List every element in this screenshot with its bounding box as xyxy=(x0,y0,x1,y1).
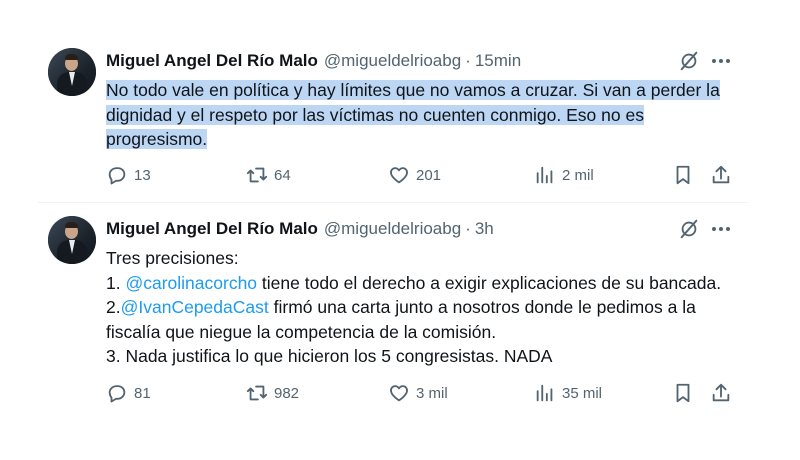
mention-link[interactable]: @carolinacorcho xyxy=(125,273,257,293)
more-icon[interactable] xyxy=(708,50,734,72)
views-button[interactable]: 35 mil xyxy=(534,381,602,405)
like-button[interactable]: 201 xyxy=(388,163,441,187)
like-icon xyxy=(390,167,408,184)
separator: · xyxy=(465,51,471,70)
action-bar: 13 64 201 2 mil xyxy=(106,163,746,187)
avatar[interactable] xyxy=(48,216,96,264)
tweet[interactable]: Miguel Angel Del Río Malo @migueldelrioa… xyxy=(0,38,800,198)
like-count: 201 xyxy=(416,166,442,184)
more-icon[interactable] xyxy=(708,218,734,240)
bookmark-button[interactable] xyxy=(672,163,694,187)
reply-button[interactable]: 13 xyxy=(106,163,151,187)
action-bar: 81 982 3 mil 35 mil xyxy=(106,381,746,405)
divider xyxy=(38,202,748,203)
bookmark-icon xyxy=(676,383,690,403)
text-line: 3. Nada justifica lo que hicieron los 5 … xyxy=(106,346,553,366)
retweet-count: 64 xyxy=(274,166,291,184)
reply-icon xyxy=(108,167,126,185)
like-count: 3 mil xyxy=(416,384,448,402)
retweet-button[interactable]: 64 xyxy=(246,163,291,187)
author-name[interactable]: Miguel Angel Del Río Malo xyxy=(106,219,318,239)
tweet-header: Miguel Angel Del Río Malo @migueldelrioa… xyxy=(106,218,494,240)
bookmark-button[interactable] xyxy=(672,381,694,405)
retweet-icon xyxy=(246,385,268,401)
tweet[interactable]: Miguel Angel Del Río Malo @migueldelrioa… xyxy=(0,206,800,416)
reply-button[interactable]: 81 xyxy=(106,381,151,405)
views-count: 35 mil xyxy=(562,384,603,402)
avatar[interactable] xyxy=(48,48,96,96)
timestamp[interactable]: 15min xyxy=(475,51,521,71)
author-name[interactable]: Miguel Angel Del Río Malo xyxy=(106,51,318,71)
share-button[interactable] xyxy=(710,381,732,405)
author-handle[interactable]: @migueldelrioabg xyxy=(324,51,461,71)
share-button[interactable] xyxy=(710,163,732,187)
share-icon xyxy=(712,165,730,184)
reply-count: 81 xyxy=(134,384,151,402)
views-button[interactable]: 2 mil xyxy=(534,163,594,187)
text-line: Tres precisiones: xyxy=(106,248,239,268)
tweet-text: No todo vale en política y hay límites q… xyxy=(106,78,746,152)
selected-text: No todo vale en política y hay límites q… xyxy=(106,80,720,149)
retweet-count: 982 xyxy=(274,384,300,402)
grok-icon[interactable] xyxy=(678,50,700,72)
separator: · xyxy=(465,219,471,238)
reply-count: 13 xyxy=(134,166,151,184)
text-segment: 1. xyxy=(106,272,126,293)
timestamp[interactable]: 3h xyxy=(475,219,494,239)
grok-icon[interactable] xyxy=(678,218,700,240)
tweet-text: Tres precisiones: 1. @carolinacorcho tie… xyxy=(106,246,746,369)
views-count: 2 mil xyxy=(562,166,594,184)
share-icon xyxy=(712,383,730,402)
like-icon xyxy=(390,385,408,402)
author-handle[interactable]: @migueldelrioabg xyxy=(324,219,461,239)
views-icon xyxy=(536,384,553,402)
bookmark-icon xyxy=(676,165,690,185)
retweet-button[interactable]: 982 xyxy=(246,381,299,405)
mention-link[interactable]: @IvanCepedaCast xyxy=(121,297,269,317)
reply-icon xyxy=(108,385,126,403)
views-icon xyxy=(536,166,553,184)
tweet-header: Miguel Angel Del Río Malo @migueldelrioa… xyxy=(106,50,521,72)
like-button[interactable]: 3 mil xyxy=(388,381,448,405)
retweet-icon xyxy=(246,167,268,183)
